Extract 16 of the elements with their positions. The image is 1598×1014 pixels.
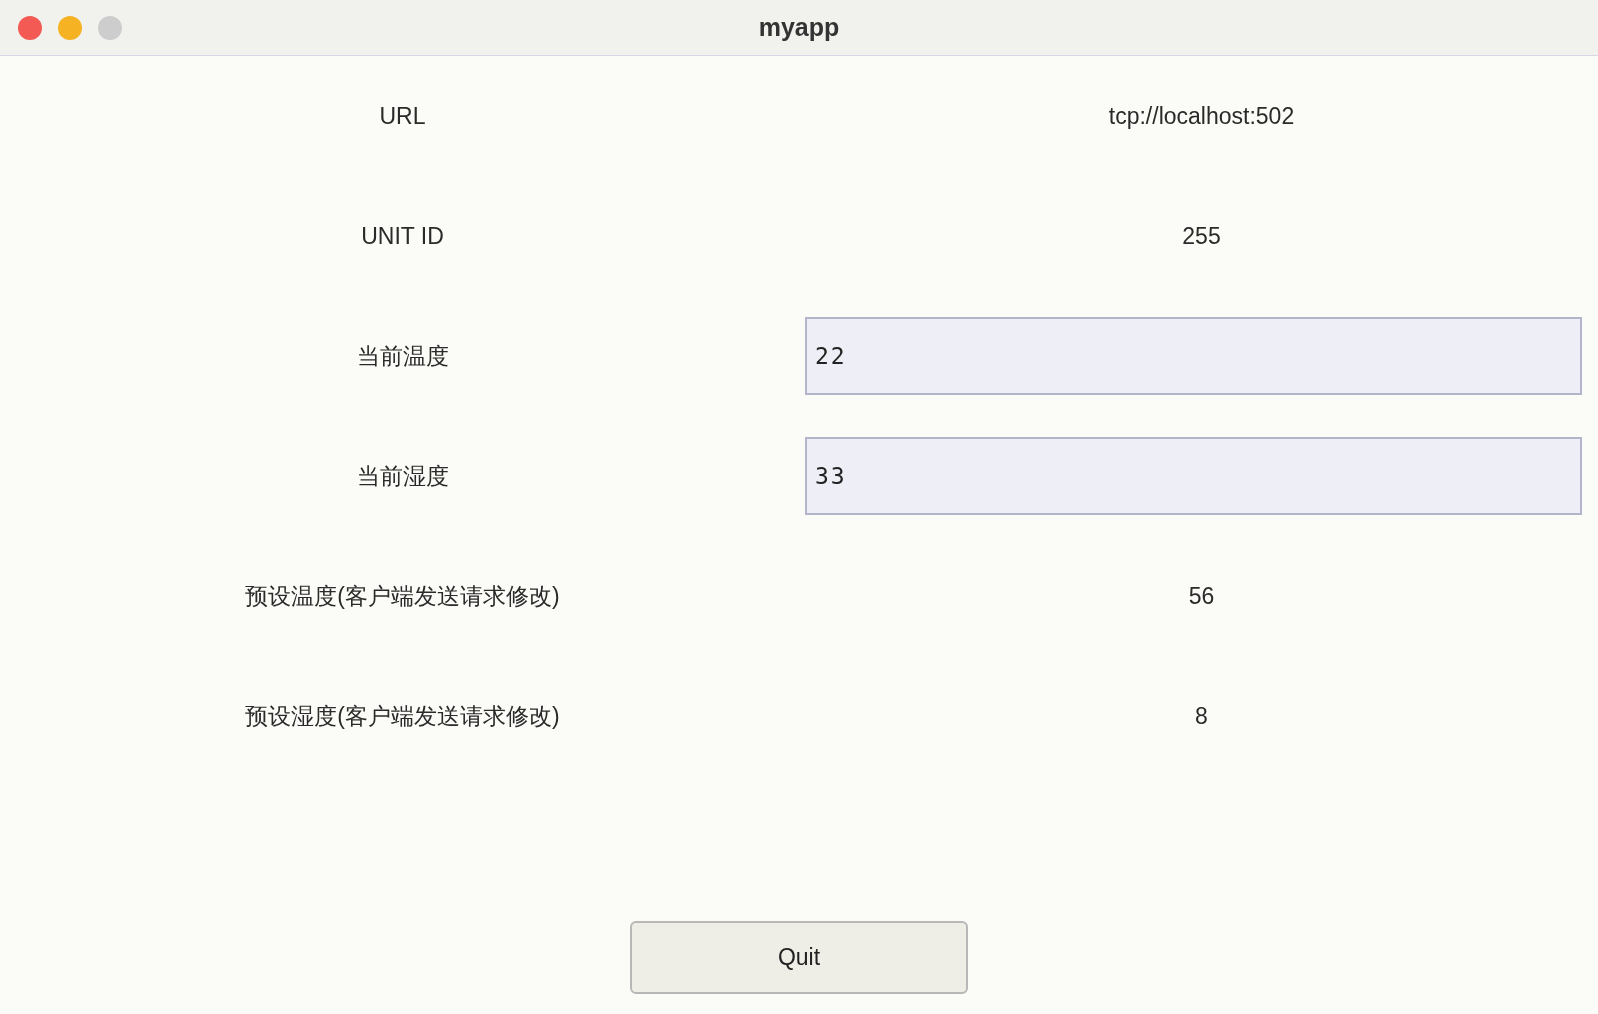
field-label: UNIT ID: [361, 222, 444, 250]
minimize-button[interactable]: [58, 15, 82, 40]
window-title: myapp: [758, 13, 840, 41]
input-field[interactable]: 33: [805, 437, 1582, 515]
field-label: 当前温度: [356, 341, 449, 371]
value-text: tcp://localhost:502: [1108, 102, 1295, 130]
field-label: 预设湿度(客户端发送请求修改): [245, 701, 560, 731]
quit-button[interactable]: Quit: [630, 921, 968, 994]
field-label: URL: [379, 102, 426, 130]
field-label: 当前湿度: [356, 461, 449, 491]
close-button[interactable]: [18, 15, 42, 40]
value-text: 8: [1195, 702, 1208, 730]
value-text: 255: [1182, 222, 1221, 250]
field-label: 预设温度(客户端发送请求修改): [245, 581, 560, 611]
input-field[interactable]: 22: [805, 317, 1582, 395]
value-text: 56: [1188, 582, 1215, 610]
